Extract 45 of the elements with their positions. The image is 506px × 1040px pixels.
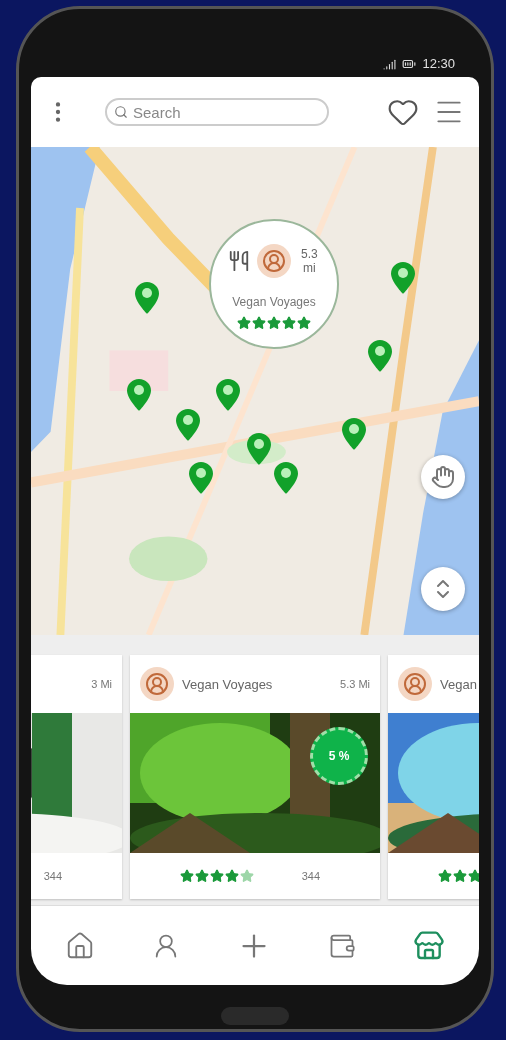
avatar-icon — [257, 244, 291, 278]
star-icon — [438, 869, 452, 883]
star-icon — [225, 869, 239, 883]
map-pin-icon[interactable] — [390, 262, 415, 295]
map-pin-icon[interactable] — [368, 340, 393, 373]
star-icon — [237, 315, 251, 330]
place-distance: 5.3 Mi — [340, 678, 370, 690]
place-card[interactable]: Vegan Voyages 5.3 Mi 5 % 344 — [130, 655, 380, 899]
star-icon — [240, 869, 254, 883]
star-icon — [267, 315, 281, 330]
star-icon — [297, 315, 311, 330]
review-count: 344 — [301, 870, 320, 882]
map-pin-icon[interactable] — [341, 418, 366, 451]
review-count: 344 — [43, 870, 62, 882]
signal-icon — [383, 58, 397, 71]
map-pin-icon[interactable] — [126, 379, 151, 412]
battery-icon — [402, 57, 417, 71]
map-pin-icon[interactable] — [189, 462, 214, 495]
popup-name: Vegan Voyages — [232, 294, 316, 309]
popup-distance: 5.3 mi — [299, 247, 319, 275]
star-icon — [282, 315, 296, 330]
place-distance: 3 Mi — [91, 678, 112, 690]
map-pin-icon[interactable] — [216, 379, 241, 412]
place-card[interactable]: 3 Mi 344 — [31, 655, 122, 899]
star-icon — [468, 869, 479, 883]
clock-time: 12:30 — [422, 56, 455, 71]
star-icon — [195, 869, 209, 883]
map-pin-icon[interactable] — [274, 462, 299, 495]
map-pin-icon[interactable] — [247, 433, 272, 466]
star-icon — [252, 315, 266, 330]
star-icon — [180, 869, 194, 883]
hand-icon — [431, 465, 455, 489]
map-pin-icon[interactable] — [175, 408, 200, 441]
place-card[interactable]: Vegan — [388, 655, 479, 899]
avatar-icon — [140, 667, 174, 701]
star-icon — [453, 869, 467, 883]
nav-button[interactable] — [412, 929, 445, 962]
search-field[interactable]: Search — [105, 98, 329, 126]
star-icon — [210, 869, 224, 883]
store-icon — [412, 929, 445, 962]
place-name: Vegan Voyages — [182, 676, 273, 692]
avatar-icon — [398, 667, 432, 701]
place-name: Vegan — [440, 676, 477, 692]
cutlery-icon — [227, 250, 250, 272]
map-pin-icon[interactable] — [135, 281, 160, 314]
